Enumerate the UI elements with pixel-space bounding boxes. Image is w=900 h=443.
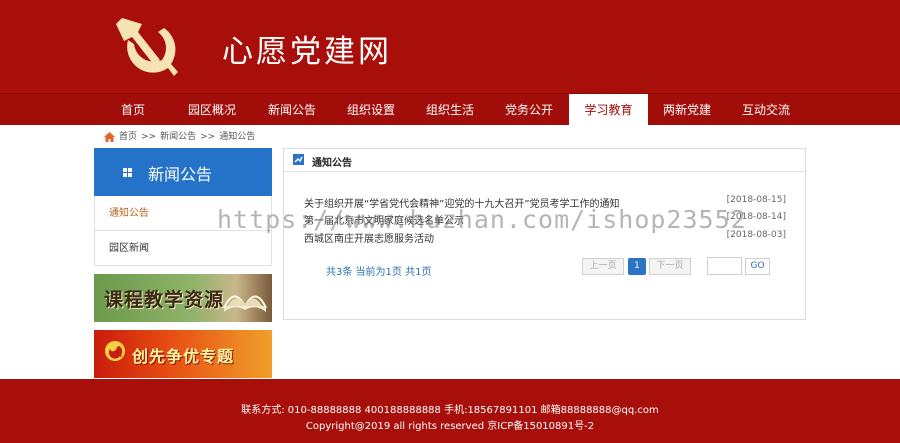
list-item[interactable]: 关于组织开展“学省党代会精神”迎党的十九大召开”党员考学工作的通知 [2018-… [304,195,786,210]
nav-news[interactable]: 新闻公告 [254,94,330,126]
notice-icon [293,154,304,165]
sidebar-item-park-news[interactable]: 园区新闻 [94,231,272,266]
home-icon [104,132,115,142]
sidebar-title: 新闻公告 [148,165,213,184]
news-title[interactable]: 关于组织开展“学省党代会精神”迎党的十九大召开”党员考学工作的通知 [304,195,620,210]
course-resources-banner[interactable]: 课程教学资源 [94,274,272,322]
page-number-input[interactable] [707,257,742,275]
site-header: 心愿党建网 [0,0,900,93]
excellence-topic-banner[interactable]: 创先争优专题 [94,330,272,378]
party-emblem-icon [105,341,125,361]
breadcrumb-news[interactable]: 新闻公告 [160,130,196,144]
site-title[interactable]: 心愿党建网 [222,26,392,71]
sidebar: 新闻公告 通知公告 园区新闻 课程教学资源 创先争优专题 [94,148,272,378]
nav-park-overview[interactable]: 园区概况 [174,94,250,126]
pagination-info: 共3条 当前为1页 共1页 [326,267,432,278]
sidebar-header: 新闻公告 [94,148,272,196]
panel-title: 通知公告 [312,158,352,169]
nav-organization[interactable]: 组织设置 [333,94,409,126]
footer-copyright: Copyright@2019 all rights reserved 京ICP备… [305,421,595,432]
notice-panel: 通知公告 关于组织开展“学省党代会精神”迎党的十九大召开”党员考学工作的通知 [… [283,148,806,320]
main-nav: 首页 园区概况 新闻公告 组织设置 组织生活 党务公开 学习教育 两新党建 互动… [0,93,900,126]
nav-org-life[interactable]: 组织生活 [412,94,488,126]
hammer-sickle-icon[interactable] [108,10,184,82]
banner-text: 创先争优专题 [132,347,235,366]
breadcrumb-separator: >> [141,132,157,142]
nav-party-affairs[interactable]: 党务公开 [491,94,567,126]
news-title[interactable]: 第一届北京市文明家庭候选名单公示 [304,212,464,227]
news-date: [2018-08-03] [726,230,786,240]
footer-contact: 联系方式: 010-88888888 400188888888 手机:18567… [241,405,659,416]
nav-interaction[interactable]: 互动交流 [728,94,804,126]
next-page-button[interactable]: 下一页 [649,258,691,275]
news-date: [2018-08-15] [726,195,786,205]
breadcrumb-home[interactable]: 首页 [119,130,137,144]
panel-header: 通知公告 [284,149,805,172]
banner-text: 课程教学资源 [104,289,225,311]
nav-study[interactable]: 学习教育 [569,94,648,126]
go-button[interactable]: GO [745,258,770,275]
grid-icon [123,168,132,177]
list-item[interactable]: 西城区南庄开展志愿服务活动 [2018-08-03] [304,230,786,245]
nav-home[interactable]: 首页 [96,94,170,126]
site-footer: 联系方式: 010-88888888 400188888888 手机:18567… [0,379,900,443]
breadcrumb-current[interactable]: 通知公告 [219,130,255,144]
book-icon [223,295,267,312]
breadcrumb: 首页 >> 新闻公告 >> 通知公告 [104,130,255,144]
breadcrumb-separator: >> [200,132,216,142]
current-page-button[interactable]: 1 [628,258,646,275]
sidebar-item-notices[interactable]: 通知公告 [94,196,272,231]
nav-two-new[interactable]: 两新党建 [649,94,725,126]
prev-page-button[interactable]: 上一页 [582,258,624,275]
news-date: [2018-08-14] [726,212,786,222]
list-item[interactable]: 第一届北京市文明家庭候选名单公示 [2018-08-14] [304,212,786,227]
news-title[interactable]: 西城区南庄开展志愿服务活动 [304,230,434,245]
